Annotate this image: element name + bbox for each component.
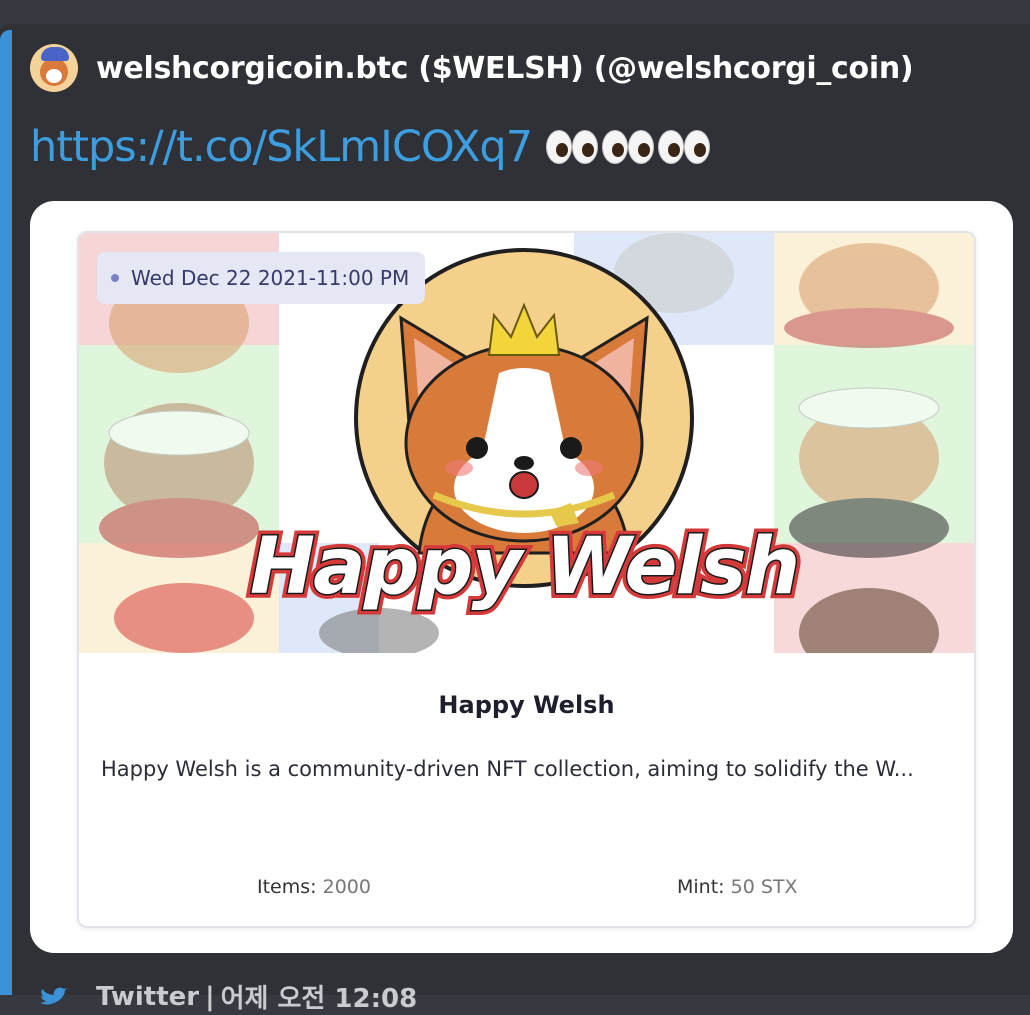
tweet-link[interactable]: https://t.co/SkLmICOXq7 bbox=[30, 122, 533, 172]
items-label: Items: bbox=[257, 876, 317, 898]
mint-value: 50 STX bbox=[730, 876, 798, 898]
collection-description: Happy Welsh is a community-driven NFT co… bbox=[101, 757, 914, 781]
embed-accent-bar bbox=[0, 30, 12, 995]
channel-background bbox=[0, 0, 1030, 24]
collection-card[interactable]: Happy Welsh Happy Welsh Wed Dec 22 2021-… bbox=[77, 231, 976, 928]
message-content: https://t.co/SkLmICOXq7 bbox=[30, 122, 711, 172]
footer-source: Twitter bbox=[96, 981, 200, 1012]
items-stat: Items: 2000 bbox=[257, 876, 371, 898]
corgi-avatar-icon[interactable] bbox=[30, 44, 78, 92]
footer-timestamp: 어제 오전 12:08 bbox=[220, 984, 418, 1014]
collection-title: Happy Welsh bbox=[438, 691, 615, 719]
link-preview-card[interactable]: Happy Welsh Happy Welsh Wed Dec 22 2021-… bbox=[30, 201, 1013, 953]
eyes-emoji-icon bbox=[546, 130, 711, 164]
date-chip-text: Wed Dec 22 2021-11:00 PM bbox=[131, 266, 410, 290]
twitter-bird-icon bbox=[40, 987, 68, 1005]
mint-label: Mint: bbox=[677, 876, 725, 898]
embed-author[interactable]: welshcorgicoin.btc ($WELSH) (@welshcorgi… bbox=[30, 42, 914, 94]
collection-banner-image: Happy Welsh Happy Welsh Wed Dec 22 2021-… bbox=[79, 233, 974, 653]
items-value: 2000 bbox=[322, 876, 371, 898]
mint-stat: Mint: 50 STX bbox=[677, 876, 798, 898]
author-name[interactable]: welshcorgicoin.btc ($WELSH) (@welshcorgi… bbox=[96, 51, 914, 86]
date-chip: Wed Dec 22 2021-11:00 PM bbox=[97, 252, 426, 304]
banner-title-overlay: Happy Welsh bbox=[250, 522, 798, 612]
embed-footer: Twitter | 어제 오전 12:08 bbox=[38, 978, 417, 1015]
footer-separator: | bbox=[205, 981, 215, 1012]
status-dot-icon bbox=[111, 274, 119, 282]
